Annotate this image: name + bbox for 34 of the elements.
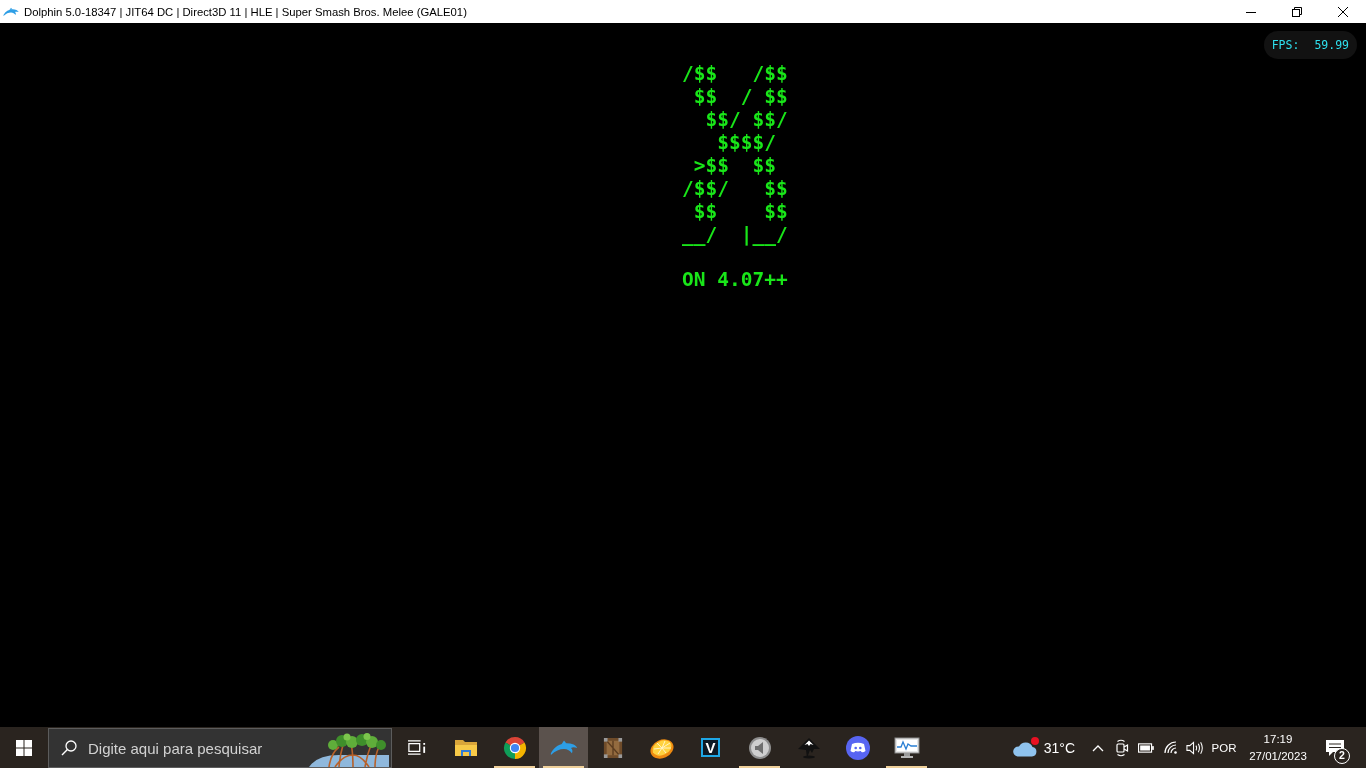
battery-icon[interactable] — [1138, 742, 1154, 753]
folder-icon — [453, 737, 478, 758]
fps-label: FPS: — [1271, 38, 1300, 52]
version-text: ON 4.07++ — [682, 268, 788, 291]
clock-button[interactable]: 17:19 27/01/2023 — [1242, 727, 1314, 768]
gamepad-icon — [845, 735, 870, 760]
window-title: Dolphin 5.0-18347 | JIT64 DC | Direct3D 11 | HLE | Super Smash Bros. Melee (GALE01) — [24, 5, 468, 18]
volume-icon[interactable] — [1185, 740, 1203, 755]
search-icon — [61, 740, 77, 756]
close-icon — [1338, 6, 1348, 17]
language-button[interactable]: POR — [1206, 727, 1242, 768]
windows-logo-icon — [16, 739, 32, 756]
wifi-icon[interactable] — [1163, 741, 1177, 754]
crate-icon — [602, 735, 623, 760]
monitor-chart-icon — [893, 736, 920, 759]
fps-value: 59.99 — [1314, 38, 1349, 52]
dolphin-icon — [549, 739, 578, 756]
dolphin-icon — [3, 6, 19, 17]
speaker-icon — [747, 735, 772, 760]
ink-mountain-icon — [796, 736, 821, 759]
round-logo-icon — [502, 735, 527, 760]
notification-count-badge: 2 — [1334, 748, 1350, 764]
weather-button[interactable]: 31°C — [1010, 727, 1086, 768]
task-view-icon — [407, 740, 426, 755]
app-logo-tile: V — [701, 738, 720, 757]
notifications-button[interactable]: 2 — [1314, 727, 1356, 768]
camera-icon[interactable] — [1115, 738, 1129, 757]
citrus-slice-icon — [648, 736, 675, 759]
search-bar[interactable]: Digite aqui para pesquisar — [48, 728, 392, 768]
chevron-up-icon[interactable] — [1092, 743, 1104, 752]
restore-icon — [1292, 6, 1302, 17]
taskbar-app-button[interactable]: V — [686, 727, 735, 768]
search-input[interactable]: Digite aqui para pesquisar — [88, 739, 309, 757]
ascii-logo: /$$ /$$ $$ / $$ $$/ $$/ $$$$/ >$$ $$ /$$/ $$ $$ $$ __/ |__/ — [682, 62, 788, 246]
